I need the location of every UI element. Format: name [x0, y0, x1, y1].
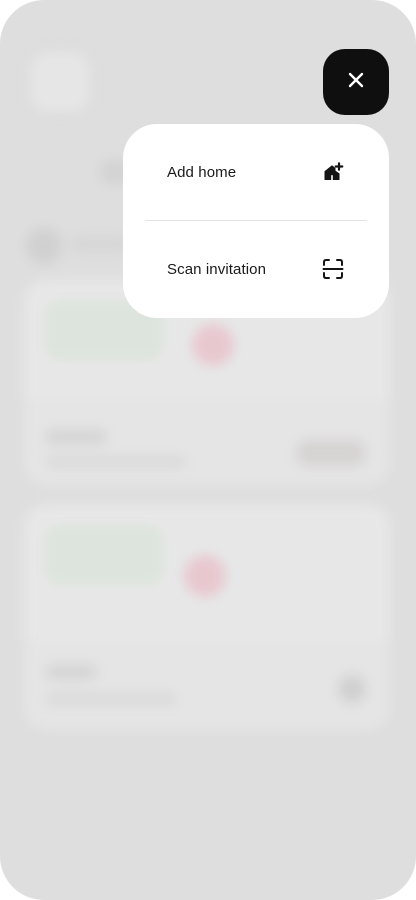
map-preview [24, 505, 390, 640]
avatar [28, 50, 92, 114]
avatar [338, 675, 366, 703]
home-card [24, 505, 390, 730]
add-menu: Add home Scan invitation [123, 124, 389, 318]
map-pin-icon [192, 324, 234, 366]
phone-screen: Add home Scan invitation [0, 0, 416, 900]
menu-item-label: Add home [167, 163, 237, 181]
map-pin-icon [184, 555, 226, 597]
close-icon [347, 71, 365, 94]
user-avatar-blurred [26, 228, 62, 264]
menu-item-scan-invitation[interactable]: Scan invitation [145, 221, 367, 317]
close-button[interactable] [323, 49, 389, 115]
menu-item-label: Scan invitation [167, 260, 267, 278]
avatar-group [296, 440, 366, 466]
menu-item-add-home[interactable]: Add home [145, 124, 367, 220]
user-name-blurred [70, 236, 130, 252]
house-add-icon [321, 160, 345, 184]
scan-frame-icon [321, 257, 345, 281]
